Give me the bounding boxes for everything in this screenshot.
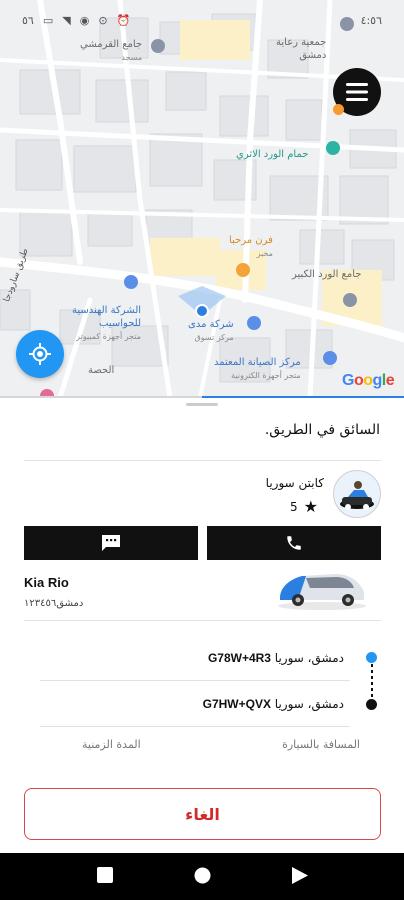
clock: ٤:٥٦ <box>360 14 382 27</box>
recents-icon[interactable] <box>97 867 113 883</box>
wifi-icon: ◥ <box>62 14 71 27</box>
battery-icon: ▭ <box>42 14 54 27</box>
driver-name: كابتن سوريا <box>265 476 324 490</box>
divider <box>40 726 350 727</box>
dropoff-address[interactable]: دمشق، سوريا G7HW+QVX <box>203 697 344 711</box>
poi-label: جامع الورد الكبير <box>292 269 362 280</box>
route-line <box>371 664 373 702</box>
notification-dot <box>333 104 344 115</box>
map-view[interactable]: ٥٦ ▭ ◥ ◉ ⊙ ⏰ ٤:٥٦ جامع القرمشي مسجد جمعي… <box>0 0 404 398</box>
status-bar: ٥٦ ▭ ◥ ◉ ⊙ ⏰ ٤:٥٦ <box>0 0 404 40</box>
pickup-address[interactable]: دمشق، سوريا G78W+4R3 <box>208 651 344 665</box>
driver-rating: 5 ★ <box>290 497 318 516</box>
phone-icon <box>287 536 301 550</box>
google-logo: Google <box>342 372 395 389</box>
my-location-button[interactable] <box>16 330 64 378</box>
call-button[interactable] <box>207 526 381 560</box>
divider <box>24 460 381 461</box>
poi-label: الشركة الهندسية للحواسيب متجر أجهزة كمبي… <box>72 305 142 341</box>
poi-label: شركة مدى مركز تسوق <box>188 319 234 342</box>
chat-button[interactable] <box>24 526 198 560</box>
cancel-button[interactable]: الغاء <box>24 788 381 840</box>
distance-label: المسافة بالسيارة <box>282 738 360 751</box>
rating-value: 5 <box>290 499 298 514</box>
star-icon: ★ <box>303 497 318 516</box>
system-nav-bar <box>0 853 404 900</box>
divider <box>40 680 350 681</box>
chat-icon <box>102 535 120 551</box>
battery-level: ٥٦ <box>22 14 34 27</box>
home-icon[interactable] <box>194 867 211 884</box>
dropoff-dot <box>366 699 377 710</box>
trip-sheet: السائق في الطريق. كابتن سوريا 5 ★ Kia Ri… <box>0 398 404 853</box>
back-icon[interactable] <box>292 867 308 884</box>
divider <box>24 620 381 621</box>
eye-icon: ◉ <box>79 14 90 27</box>
pickup-dot <box>366 652 377 663</box>
location-icon: ⊙ <box>98 14 108 27</box>
poi-label: فرن مرحبا مخبز <box>229 235 273 258</box>
car-icon <box>278 574 366 610</box>
menu-icon <box>346 83 368 101</box>
my-location-icon <box>29 343 51 365</box>
drag-handle[interactable] <box>186 403 218 406</box>
car-model: Kia Rio <box>24 575 69 590</box>
poi-label: جمعية رعاية دمشق <box>276 37 327 61</box>
poi-label: جامع القرمشي مسجد <box>80 39 143 62</box>
car-plate: دمشق١٢٣٤٥٦ <box>24 598 84 609</box>
trip-status: السائق في الطريق. <box>264 422 380 438</box>
driver-car-icon <box>340 481 374 510</box>
duration-label: المدة الزمنية <box>82 738 141 751</box>
poi-label: حمام الورد الاثري <box>236 149 309 160</box>
driver-avatar <box>333 470 381 518</box>
poi-label: الحصة <box>88 365 115 376</box>
poi-label: مركز الصيانة المعتمد متجر أجهزة الكتروني… <box>214 357 301 380</box>
alarm-icon: ⏰ <box>116 14 131 27</box>
